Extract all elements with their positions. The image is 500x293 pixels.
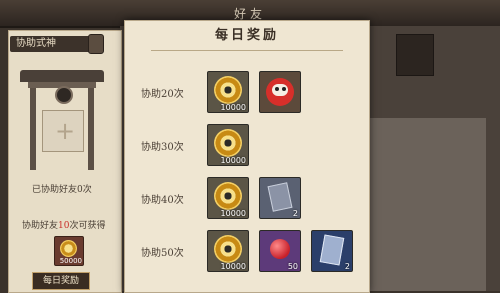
reward-item-coin[interactable]: 10000 bbox=[207, 124, 249, 166]
reward-item-daruma[interactable] bbox=[259, 71, 301, 113]
coin-icon bbox=[60, 240, 77, 257]
row-label-20: 协助20次 bbox=[141, 89, 184, 100]
row-label-40: 协助40次 bbox=[141, 195, 184, 206]
reward-item-grey-scroll[interactable]: 2 bbox=[259, 177, 301, 219]
popup-title: 每日奖励 bbox=[214, 28, 279, 43]
daruma-eye-left bbox=[275, 87, 279, 91]
reward-hint: 协助好友10次可获得 bbox=[22, 218, 105, 231]
reward-hint-suffix: 次可获得 bbox=[69, 221, 106, 231]
item-count: 10000 bbox=[220, 103, 246, 112]
row-label-30: 协助30次 bbox=[141, 142, 184, 153]
daily-reward-popup: 每日奖励 协助20次 10000 协助30次 10000 协助40次 10000… bbox=[124, 20, 370, 293]
add-shikigami-slot[interactable]: + bbox=[42, 110, 84, 152]
grey-scroll-icon bbox=[267, 182, 293, 212]
popup-divider bbox=[151, 50, 343, 51]
reward-coin-count: 50000 bbox=[59, 257, 82, 265]
right-slot-2[interactable] bbox=[396, 34, 434, 76]
assist-shikigami-tag: 协助式神 bbox=[10, 34, 104, 54]
gate-pillar-right bbox=[88, 88, 94, 170]
gate-emblem-icon bbox=[55, 86, 73, 104]
assist-tag-label: 协助式神 bbox=[16, 38, 56, 49]
tag-knob-icon bbox=[88, 34, 104, 54]
item-count: 10000 bbox=[220, 156, 246, 165]
red-gem-icon bbox=[270, 239, 290, 259]
reward-item-coin[interactable]: 10000 bbox=[207, 71, 249, 113]
coin-icon bbox=[214, 76, 242, 104]
item-count: 2 bbox=[344, 262, 350, 271]
item-count: 10000 bbox=[220, 209, 246, 218]
reward-item-coin[interactable]: 10000 bbox=[207, 230, 249, 272]
daily-reward-button[interactable]: 每日奖励 bbox=[32, 272, 90, 290]
assisted-count-text: 已协助好友0次 bbox=[32, 185, 92, 195]
torii-gate-frame: + bbox=[20, 70, 104, 170]
plus-icon: + bbox=[55, 117, 76, 145]
daruma-eye-right bbox=[282, 87, 286, 91]
reward-coin-item[interactable]: 50000 bbox=[54, 236, 84, 266]
blue-scroll-icon bbox=[319, 234, 345, 266]
gate-pillar-left bbox=[30, 88, 36, 170]
item-count: 2 bbox=[292, 209, 298, 218]
reward-item-red-gem[interactable]: 50 bbox=[259, 230, 301, 272]
right-lower-panel bbox=[364, 118, 486, 291]
reward-hint-count: 10 bbox=[58, 221, 70, 231]
reward-hint-prefix: 协助好友 bbox=[22, 221, 59, 231]
gate-roof bbox=[20, 70, 104, 82]
row-label-50: 协助50次 bbox=[141, 248, 184, 259]
reward-item-coin[interactable]: 10000 bbox=[207, 177, 249, 219]
coin-icon bbox=[214, 129, 242, 157]
item-count: 50 bbox=[287, 262, 298, 271]
item-count: 10000 bbox=[220, 262, 246, 271]
coin-icon bbox=[214, 235, 242, 263]
reward-item-blue-scroll[interactable]: 2 bbox=[311, 230, 353, 272]
coin-icon bbox=[214, 182, 242, 210]
